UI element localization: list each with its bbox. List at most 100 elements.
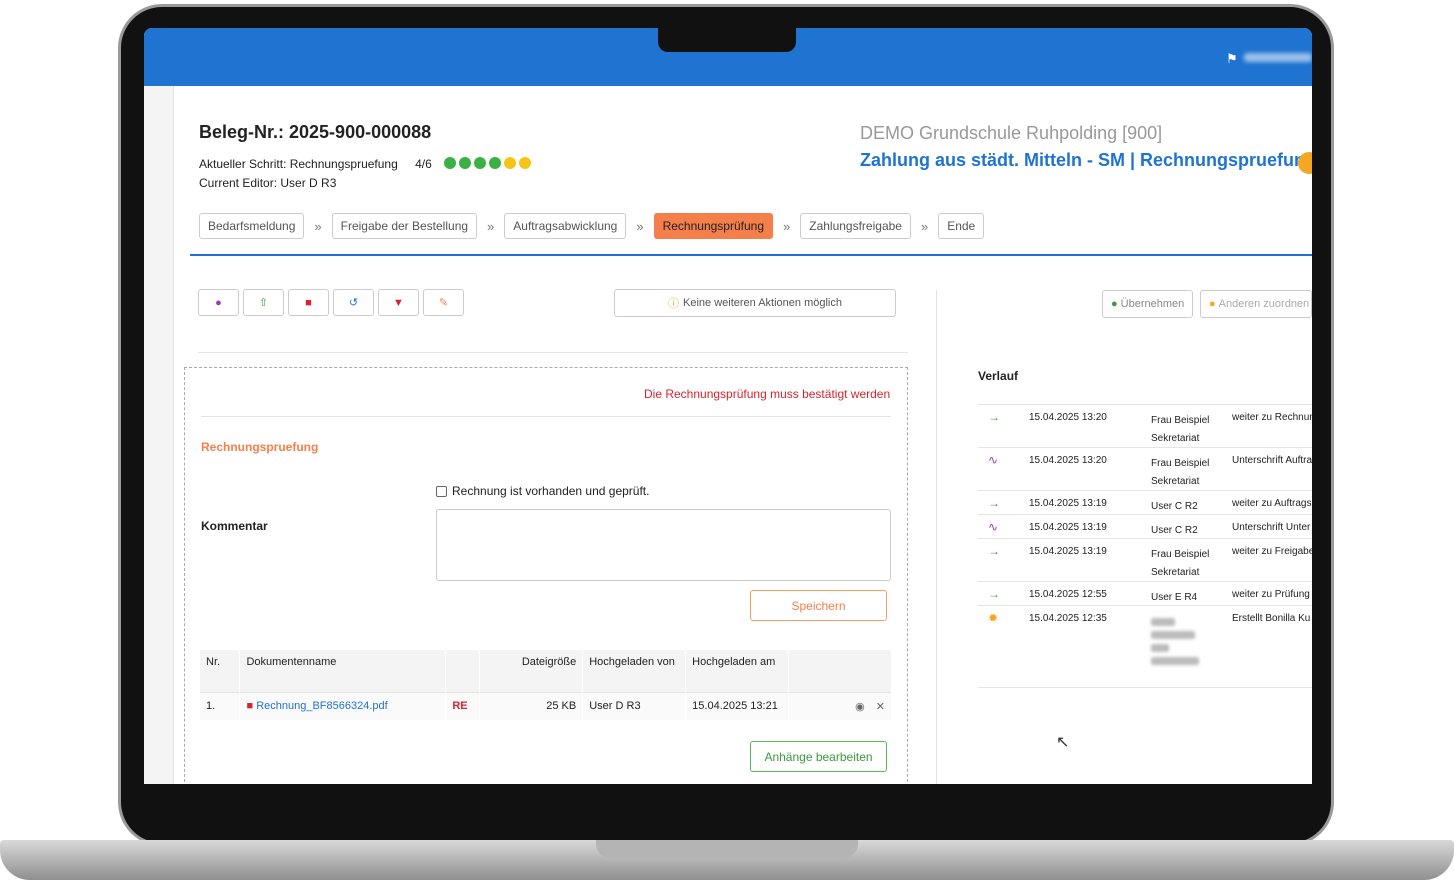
checkbox-label: Rechnung ist vorhanden und geprüft.	[452, 484, 650, 498]
col-size[interactable]: Dateigröße	[479, 650, 584, 692]
pdf-file-icon: ■	[246, 700, 254, 713]
history-user-line: Frau Beispiel	[1151, 415, 1210, 426]
take-over-label: Übernehmen	[1120, 298, 1185, 310]
doc-nr: 1.	[200, 691, 241, 720]
doc-uploaded-at: 15.04.2025 13:21	[685, 691, 790, 720]
history-row: → 15.04.2025 13:20 Frau Beispiel Sekretaria…	[978, 404, 1312, 447]
comment-label: Kommentar	[201, 519, 268, 533]
upload-button[interactable]: ⇧	[243, 289, 284, 316]
invoice-checked[interactable]: Rechnung ist vorhanden und geprüft.	[436, 484, 649, 498]
history-row: → 15.04.2025 13:19 Frau Beispiel Sekretaria…	[978, 538, 1312, 581]
step-tab[interactable]: Auftragsabwicklung	[504, 213, 627, 239]
col-uploaded-at[interactable]: Hochgeladen am	[685, 650, 790, 692]
take-over-button[interactable]: ● Übernehmen	[1102, 290, 1193, 318]
comment-button[interactable]: ●	[198, 289, 239, 316]
step-breadcrumb: Bedarfsmeldung » Freigabe der Bestellung » A…	[199, 213, 985, 239]
step-separator: »	[487, 218, 495, 234]
app-screen: ⚑ Beleg-Nr.: 2025-900-000088 Aktueller S…	[144, 28, 1312, 784]
arrow-right-icon: →	[988, 410, 1000, 424]
progress-dot	[474, 157, 486, 169]
step-tab[interactable]: Zahlungsfreigabe	[800, 213, 911, 239]
step-separator: »	[314, 218, 322, 234]
history-date: 15.04.2025 13:19	[1029, 498, 1107, 509]
signature-icon: ∿	[988, 520, 999, 534]
action-toolbar: ● ⇧ ■ ↺ ▼ ✎	[198, 289, 464, 316]
step-tab[interactable]: Rechnungsprüfung	[653, 213, 773, 239]
thumbs-down-icon: ▼	[393, 296, 404, 309]
history-user-line: Frau Beispiel	[1151, 549, 1210, 560]
history-date: 15.04.2025 13:20	[1029, 412, 1107, 423]
undo-icon: ↺	[348, 297, 359, 309]
progress-dots	[444, 157, 531, 169]
close-icon[interactable]: ✕	[876, 701, 885, 713]
col-tag[interactable]	[445, 650, 481, 692]
building-icon[interactable]: ⚑	[1226, 51, 1240, 66]
eye-icon[interactable]: ◉	[855, 701, 865, 713]
step-tab[interactable]: Ende	[938, 213, 985, 239]
section-title: Rechnungspruefung	[201, 440, 319, 454]
assign-other-button[interactable]: ● Anderen zuordnen	[1200, 290, 1312, 318]
edit-button[interactable]: ✎	[423, 289, 464, 316]
upload-icon: ⇧	[258, 297, 269, 309]
info-icon: ⓘ	[668, 298, 679, 310]
comment-textarea[interactable]	[436, 509, 891, 581]
doc-uploaded-by: User D R3	[582, 691, 687, 720]
progress-dot	[504, 157, 516, 169]
history-action: weiter zu Freigabe	[1232, 546, 1312, 557]
user-plus-icon: ●	[1209, 298, 1216, 310]
history-date: 15.04.2025 13:19	[1029, 522, 1107, 533]
col-nr: Nr.	[200, 650, 241, 692]
header-divider	[190, 254, 1312, 256]
reject-button[interactable]: ▼	[378, 289, 419, 316]
edit-attachments-button[interactable]: Anhänge bearbeiten	[750, 741, 887, 772]
history-user-line: Sekretariat	[1151, 433, 1200, 444]
warning-text: Die Rechnungsprüfung muss bestätigt werd…	[644, 387, 891, 401]
step-separator: »	[920, 218, 929, 234]
history-row: ∿ 15.04.2025 13:20 Frau Beispiel Sekretaria…	[978, 447, 1312, 490]
blurred-user-line	[1151, 618, 1175, 626]
progress-dot	[519, 157, 531, 169]
step-tab[interactable]: Bedarfsmeldung	[199, 213, 305, 239]
blurred-user-line	[1151, 631, 1195, 639]
left-sidebar	[144, 86, 174, 784]
doc-name-cell[interactable]: ■ Rechnung_BF8566324.pdf	[239, 691, 447, 720]
save-button[interactable]: Speichern	[750, 590, 887, 621]
laptop-base-notch	[596, 840, 858, 858]
sun-icon: ✹	[988, 611, 999, 625]
history-row: → 15.04.2025 12:55 User E R4 weiter zu Prüf…	[978, 581, 1312, 605]
pdf-button[interactable]: ■	[288, 289, 329, 316]
history-action: weiter zu Prüfung	[1232, 589, 1310, 600]
history-title: Verlauf	[978, 369, 1019, 383]
undo-button[interactable]: ↺	[333, 289, 374, 316]
arrow-right-icon: →	[988, 587, 1000, 601]
history-user: Frau Beispiel Sekretariat	[1151, 455, 1209, 491]
history-user-line: Sekretariat	[1151, 476, 1200, 487]
table-row: 1. ■ Rechnung_BF8566324.pdf RE 25 KB Use…	[200, 691, 892, 720]
arrow-right-icon: →	[988, 544, 1000, 558]
history-date: 15.04.2025 12:35	[1029, 613, 1107, 624]
user-icon: ●	[1111, 298, 1118, 310]
mouse-cursor-icon: ↖	[1056, 734, 1070, 751]
school-name: DEMO Grundschule Ruhpolding [900]	[860, 123, 1163, 143]
panel-divider	[201, 416, 891, 417]
signature-icon: ∿	[988, 453, 999, 467]
history-row: → 15.04.2025 13:19 User C R2 weiter zu Auft…	[978, 490, 1312, 514]
doc-size: 25 KB	[479, 691, 584, 720]
blurred-user-line	[1151, 644, 1169, 652]
history-date: 15.04.2025 12:55	[1029, 589, 1107, 600]
step-tab[interactable]: Freigabe der Bestellung	[331, 213, 478, 239]
table-header: Nr. Dokumentenname Dateigröße Hochgelade…	[200, 650, 892, 692]
camera-notch	[658, 28, 796, 52]
col-name[interactable]: Dokumentenname	[239, 650, 447, 692]
edit-icon: ✎	[438, 297, 449, 309]
no-actions-button[interactable]: ⓘ Keine weiteren Aktionen möglich	[614, 289, 896, 317]
step-separator: »	[783, 218, 791, 234]
doc-name-link[interactable]: Rechnung_BF8566324.pdf	[256, 700, 388, 712]
history-user: Frau Beispiel Sekretariat	[1151, 412, 1209, 448]
toolbar-divider	[198, 352, 908, 353]
col-uploaded-by[interactable]: Hochgeladen von	[582, 650, 687, 692]
no-actions-label: Keine weiteren Aktionen möglich	[683, 297, 842, 309]
invoice-checkbox[interactable]	[436, 485, 447, 497]
pdf-icon: ■	[305, 296, 312, 309]
user-name-blurred[interactable]	[1244, 53, 1312, 62]
